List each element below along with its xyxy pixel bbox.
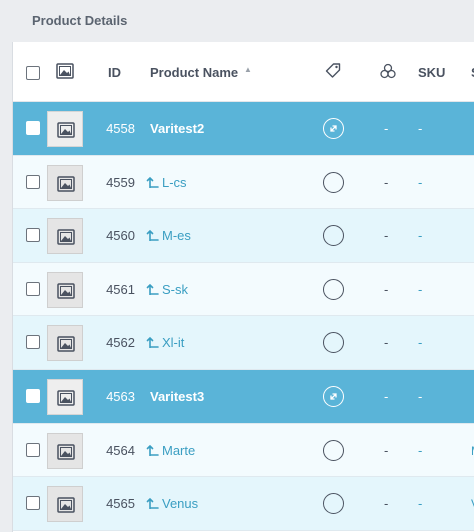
- product-id: 4564: [106, 442, 135, 458]
- product-id: 4562: [106, 335, 135, 351]
- product-name: Marte: [162, 442, 196, 458]
- panel-title: Product Details: [32, 13, 128, 28]
- product-thumbnail[interactable]: [47, 111, 83, 147]
- product-thumbnail[interactable]: [47, 218, 83, 255]
- status-toggle[interactable]: [323, 225, 344, 247]
- table-header: ID Product Name ▲ SKU S: [13, 42, 474, 102]
- product-name-link[interactable]: Varitest2: [150, 121, 204, 136]
- sku-value[interactable]: -: [418, 496, 422, 511]
- product-id: 4565: [106, 496, 135, 512]
- row-checkbox[interactable]: [26, 228, 40, 243]
- row-checkbox[interactable]: [26, 389, 40, 403]
- product-name-link[interactable]: S-sk: [146, 282, 188, 297]
- attributes-value: -: [384, 496, 389, 512]
- row-checkbox[interactable]: [26, 174, 40, 189]
- sku-value[interactable]: -: [418, 282, 422, 297]
- product-thumbnail[interactable]: [47, 164, 83, 201]
- product-id: 4563: [106, 389, 135, 404]
- select-all-checkbox[interactable]: [26, 66, 40, 80]
- row-checkbox[interactable]: [26, 335, 40, 350]
- sku-value: -: [418, 121, 423, 136]
- product-name: Xl-it: [162, 335, 185, 351]
- attributes-value: -: [384, 281, 389, 297]
- row-checkbox[interactable]: [26, 442, 40, 457]
- status-toggle[interactable]: [323, 278, 344, 300]
- column-header-product-name[interactable]: Product Name: [150, 65, 238, 80]
- variation-arrow-icon: [146, 228, 159, 243]
- variation-arrow-icon: [146, 335, 159, 350]
- table-row[interactable]: 4559 L-cs - -: [13, 155, 474, 210]
- product-name: S-sk: [162, 281, 188, 297]
- product-name-link[interactable]: Marte: [146, 443, 195, 458]
- table-row[interactable]: 4565Venus--V: [13, 477, 474, 531]
- variation-arrow-icon: [146, 443, 159, 458]
- row-checkbox[interactable]: [26, 281, 40, 296]
- attributes-value: -: [384, 174, 389, 190]
- product-name-link[interactable]: Xl-it: [146, 335, 184, 350]
- attributes-value: -: [384, 335, 389, 351]
- product-name: M-es: [162, 228, 191, 244]
- table-row[interactable]: 4563 Varitest3 - -: [13, 370, 474, 424]
- expand-toggle[interactable]: [323, 118, 344, 139]
- status-toggle[interactable]: [323, 439, 344, 461]
- status-toggle[interactable]: [323, 332, 344, 354]
- product-name: Varitest2: [150, 121, 205, 136]
- sku-value: -: [418, 389, 423, 404]
- product-name: Venus: [162, 496, 199, 512]
- column-header-id[interactable]: ID: [108, 65, 121, 80]
- status-toggle[interactable]: [323, 171, 344, 193]
- panel-header: Product Details: [0, 0, 474, 42]
- table-row[interactable]: 4560 M-es - -: [13, 209, 474, 263]
- product-thumbnail[interactable]: [47, 486, 83, 523]
- tag-icon[interactable]: [324, 62, 342, 85]
- row-checkbox[interactable]: [26, 121, 40, 135]
- product-table: ID Product Name ▲ SKU S 4558Varitest2--4…: [12, 42, 474, 532]
- column-header-sku[interactable]: SKU: [418, 65, 445, 80]
- attributes-value: -: [384, 389, 389, 404]
- product-name-link[interactable]: L-cs: [146, 175, 187, 190]
- expand-toggle[interactable]: [323, 386, 344, 407]
- table-row[interactable]: 4561 S-sk - -: [13, 262, 474, 317]
- sku-value[interactable]: -: [418, 443, 422, 458]
- attributes-icon[interactable]: [379, 62, 397, 85]
- table-row[interactable]: 4562 Xl-it - -: [13, 316, 474, 370]
- status-toggle[interactable]: [323, 493, 344, 515]
- sku-value[interactable]: -: [418, 228, 422, 243]
- product-thumbnail[interactable]: [47, 271, 83, 308]
- image-icon: [56, 62, 74, 80]
- product-name-link[interactable]: M-es: [146, 228, 191, 243]
- row-checkbox[interactable]: [26, 496, 40, 511]
- table-row[interactable]: 4564Marte--M: [13, 423, 474, 478]
- product-thumbnail[interactable]: [47, 325, 83, 362]
- variation-arrow-icon: [146, 282, 159, 297]
- attributes-value: -: [384, 121, 389, 136]
- sku-value[interactable]: -: [418, 175, 422, 190]
- product-id: 4560: [106, 228, 135, 244]
- attributes-value: -: [384, 442, 389, 458]
- product-thumbnail[interactable]: [47, 432, 83, 469]
- product-name-link[interactable]: Varitest3: [150, 389, 204, 404]
- product-id: 4561: [106, 281, 135, 297]
- product-name-link[interactable]: Venus: [146, 496, 198, 511]
- variation-arrow-icon: [146, 496, 159, 511]
- sku-value[interactable]: -: [418, 335, 422, 350]
- attributes-value: -: [384, 228, 389, 244]
- sort-asc-icon[interactable]: ▲: [244, 65, 252, 74]
- table-row[interactable]: 4558 Varitest2 - -: [13, 102, 474, 156]
- product-id: 4558: [106, 121, 135, 136]
- product-name: L-cs: [162, 174, 187, 190]
- product-name: Varitest3: [150, 389, 205, 404]
- product-thumbnail[interactable]: [47, 379, 83, 415]
- product-id: 4559: [106, 174, 135, 190]
- variation-arrow-icon: [146, 175, 159, 190]
